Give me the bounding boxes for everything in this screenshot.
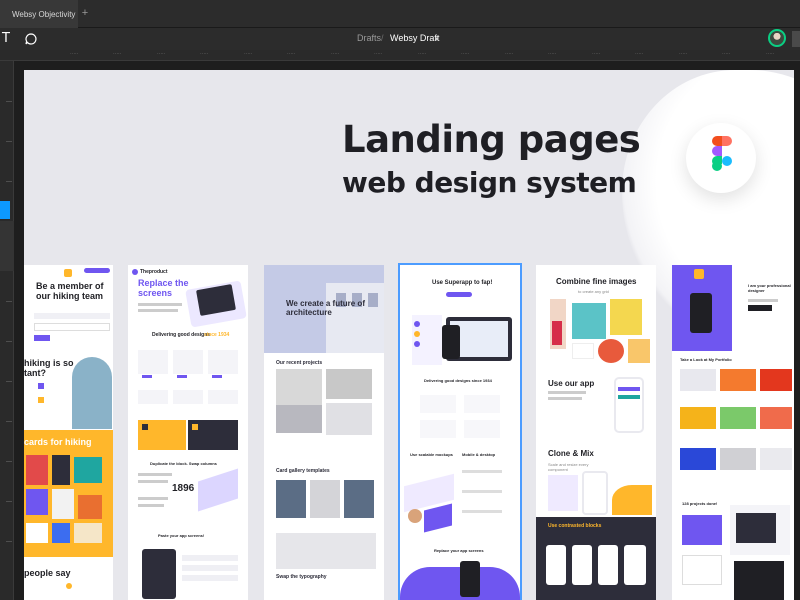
hero-subtitle: web design system <box>342 166 637 199</box>
card2-footer: Paste your app screens! <box>158 533 205 538</box>
card3-section3: Swap the typography <box>276 574 327 580</box>
card6-footer: 128 projects done! <box>682 501 718 506</box>
mockup-theproduct[interactable]: Theproduct Replace the screens Deliverin… <box>128 265 248 600</box>
card4-section2a: Use scalable mockups <box>410 452 453 457</box>
cover-frame[interactable]: Landing pages web design system Be a mem… <box>24 70 794 600</box>
card6-section1: Take a Look at My Portfolio <box>680 357 732 362</box>
card1-footer: people say <box>24 568 71 578</box>
title-bar: Websy Objectivity + <box>0 0 800 28</box>
card3-section2: Card gallery templates <box>276 468 330 474</box>
card4-section1: Delivering good designs since 1934 <box>424 378 492 383</box>
ruler-selection-marker <box>0 201 10 219</box>
avatar[interactable] <box>768 29 786 47</box>
file-name[interactable]: Websy Draft <box>390 33 439 43</box>
toolbar: T Drafts / Websy Draft ▾ <box>0 28 800 50</box>
card5-section1: Use our app <box>548 379 595 388</box>
card5-section3: Use contrasted blocks <box>548 523 602 529</box>
figma-app: Websy Objectivity + T Drafts / Websy Dra… <box>0 0 800 600</box>
card3-headline: We create a future of architecture <box>286 299 365 317</box>
share-button-edge[interactable] <box>792 31 800 47</box>
card1-headline: Be a member of our hiking team <box>36 281 104 301</box>
figma-logo-badge <box>686 123 756 193</box>
card2-block: Duplicate the block. Swap columns <box>150 461 217 466</box>
chevron-down-icon[interactable]: ▾ <box>435 35 439 43</box>
hero-title: Landing pages <box>342 118 641 161</box>
ruler-vertical <box>0 61 14 600</box>
mockup-portfolio[interactable]: I am your professional designer Take a L… <box>672 265 794 600</box>
card2-brand: Theproduct <box>140 269 168 275</box>
card4-footer: Replace your app screens <box>434 548 484 553</box>
ruler-horizontal: ····· ····· ····· ····· ····· ····· ····· ····… <box>0 50 800 61</box>
mockup-architecture[interactable]: We create a future of architecture Our r… <box>264 265 384 600</box>
card5-section2: Clone & Mix <box>548 449 594 458</box>
card4-headline: Use Superapp to fap! <box>432 280 493 286</box>
mockup-superapp[interactable]: Use Superapp to fap! Delivering good des… <box>398 263 522 600</box>
ruler-selection-range <box>0 221 14 271</box>
card2-section: Delivering good designs <box>152 332 211 338</box>
figma-logo-icon <box>712 136 732 171</box>
file-tab-label: Websy Objectivity <box>12 10 76 19</box>
file-tab[interactable]: Websy Objectivity <box>0 0 78 28</box>
breadcrumb-separator: / <box>381 33 384 43</box>
breadcrumb-drafts[interactable]: Drafts <box>357 33 381 43</box>
card1-fragment: hiking is so tant? <box>24 358 74 378</box>
card6-headline: I am your professional designer <box>748 283 791 293</box>
card5-sub: to create any grid <box>578 289 609 294</box>
plus-icon[interactable]: + <box>80 8 90 19</box>
card5-headline: Combine fine images <box>556 277 637 286</box>
card1-section: cards for hiking <box>24 437 92 447</box>
mockup-combine-images[interactable]: Combine fine images to create any grid U… <box>536 265 656 600</box>
comment-icon[interactable] <box>24 32 38 46</box>
card3-section1: Our recent projects <box>276 360 323 366</box>
card2-since: since 1934 <box>204 332 230 338</box>
card2-stat: 1896 <box>172 483 195 494</box>
text-tool-icon[interactable]: T <box>2 31 10 46</box>
mockup-hiking[interactable]: Be a member of our hiking team hiking is… <box>24 265 113 600</box>
card4-section2b: Mobile & desktop <box>462 452 496 457</box>
